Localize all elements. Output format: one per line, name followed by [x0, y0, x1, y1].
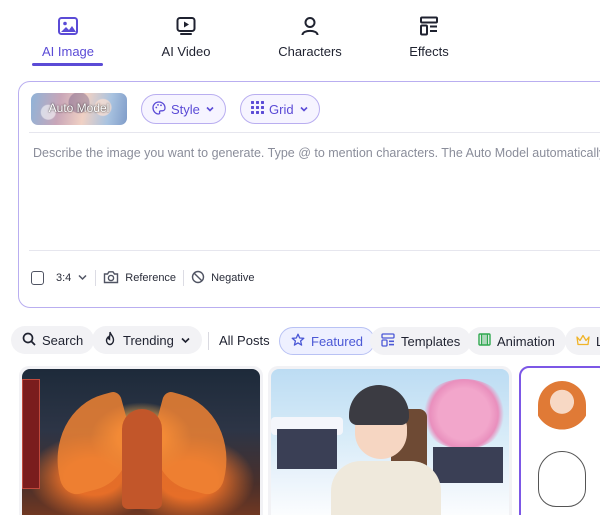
gallery-item-selected[interactable]	[519, 366, 600, 515]
grid-button[interactable]: Grid	[240, 94, 320, 124]
templates-label: Templates	[401, 333, 461, 349]
prompt-options: 3:4 Reference Negative	[31, 268, 254, 288]
chevron-down-icon	[77, 272, 88, 285]
model-label: Auto Model	[48, 101, 110, 115]
aspect-ratio-icon	[31, 271, 44, 285]
video-play-icon	[131, 14, 241, 38]
tab-label: Effects	[409, 44, 449, 59]
divider	[29, 250, 600, 251]
aspect-ratio-selector[interactable]: 3:4	[31, 271, 88, 285]
featured-chip[interactable]: Featured	[279, 327, 376, 355]
animation-chip[interactable]: Animation	[467, 327, 566, 355]
prompt-card: Auto Model Style Grid Describe the image…	[18, 81, 600, 308]
reference-label: Reference	[125, 272, 177, 284]
gallery-image	[22, 369, 260, 515]
camera-icon	[103, 270, 119, 287]
style-button[interactable]: Style	[141, 94, 226, 124]
film-icon	[478, 333, 491, 349]
aspect-ratio-value: 3:4	[56, 272, 72, 284]
divider	[95, 270, 97, 286]
chevron-down-icon	[180, 333, 191, 348]
tab-effects[interactable]: Effects	[374, 14, 484, 59]
divider	[183, 270, 185, 286]
style-label: Style	[171, 101, 200, 117]
chevron-down-icon	[299, 102, 309, 117]
gallery-image	[271, 369, 509, 515]
effects-layout-icon	[374, 14, 484, 38]
negative-label: Negative	[211, 272, 255, 284]
grid-icon	[251, 101, 264, 117]
tab-label: AI Image	[41, 44, 95, 59]
negative-button[interactable]: Negative	[191, 270, 254, 287]
prompt-input[interactable]: Describe the image you want to generate.…	[33, 146, 600, 160]
reference-button[interactable]: Reference	[103, 270, 176, 287]
tab-ai-video[interactable]: AI Video	[131, 14, 241, 59]
tab-label: Characters	[278, 44, 342, 59]
search-label: Search	[42, 332, 84, 348]
prohibited-icon	[191, 270, 205, 287]
animation-label: Animation	[497, 333, 555, 349]
trending-chip[interactable]: Trending	[92, 326, 202, 354]
active-tab-indicator	[32, 63, 103, 66]
image-icon	[13, 14, 123, 38]
trending-label: Trending	[123, 332, 174, 348]
tab-label: AI Video	[161, 44, 211, 59]
search-chip[interactable]: Search	[11, 326, 95, 354]
crown-chip-label: L	[596, 333, 600, 349]
mode-tabs: AI Image AI Video Characters Effects	[0, 0, 600, 70]
crown-chip[interactable]: L	[565, 327, 600, 355]
all-posts-chip[interactable]: All Posts	[208, 326, 281, 354]
person-icon	[255, 14, 365, 38]
grid-label: Grid	[269, 101, 294, 117]
crown-icon	[576, 334, 590, 349]
tab-ai-image[interactable]: AI Image	[13, 14, 123, 59]
filter-bar: Search Trending All Posts Featured Templ…	[0, 326, 600, 356]
tab-characters[interactable]: Characters	[255, 14, 365, 59]
gallery	[0, 366, 600, 515]
search-icon	[22, 332, 36, 349]
flame-icon	[103, 331, 117, 349]
chevron-down-icon	[205, 102, 215, 117]
gallery-image	[524, 371, 600, 515]
divider	[29, 132, 600, 133]
all-posts-label: All Posts	[219, 332, 270, 348]
palette-icon	[152, 100, 166, 118]
gallery-item[interactable]	[268, 366, 512, 515]
model-selector-button[interactable]: Auto Model	[31, 93, 127, 125]
featured-label: Featured	[311, 333, 364, 349]
gallery-item[interactable]	[19, 366, 263, 515]
templates-icon	[381, 332, 395, 350]
star-icon	[291, 333, 305, 350]
templates-chip[interactable]: Templates	[370, 327, 472, 355]
